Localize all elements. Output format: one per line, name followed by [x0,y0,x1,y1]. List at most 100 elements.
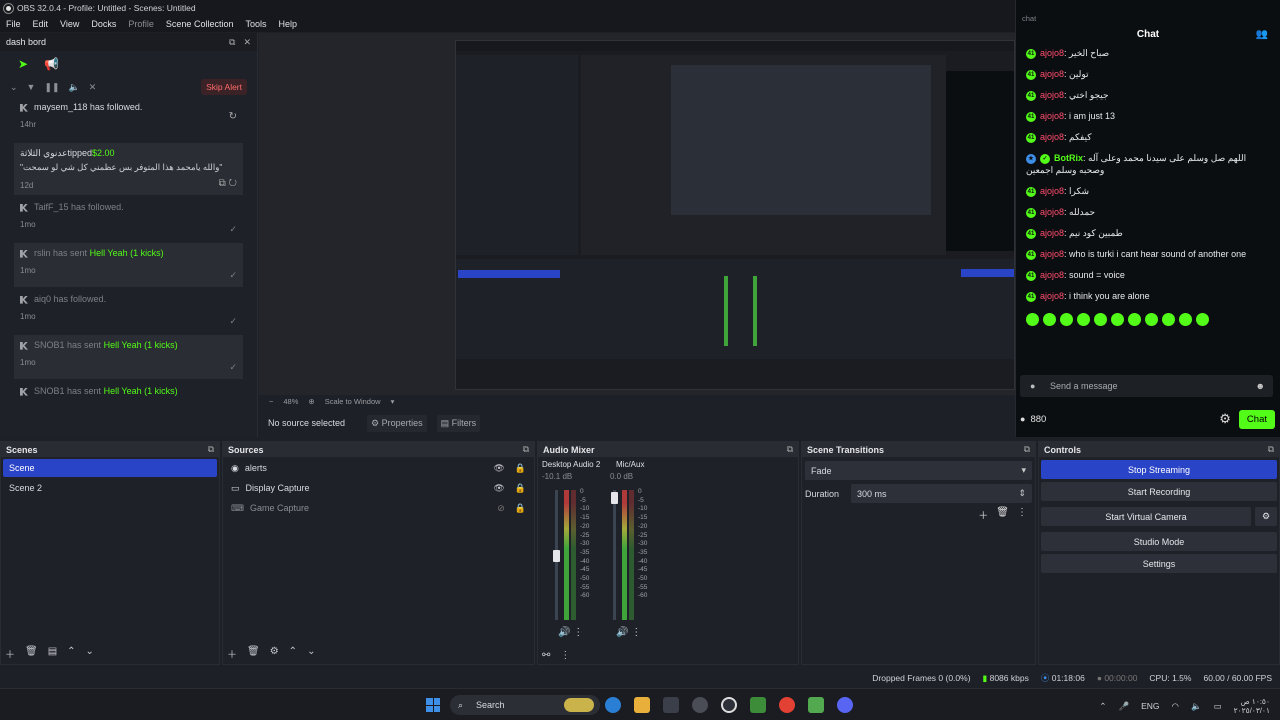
undock-icon[interactable]: ⧉ [523,444,529,455]
volume-slider-handle[interactable] [553,550,560,562]
users-icon[interactable]: 👥 [1256,29,1268,40]
zoom-in-icon[interactable]: ⊕ [308,397,314,406]
emote-icon[interactable] [1043,313,1056,326]
add-icon[interactable]: ＋ [978,507,988,522]
add-icon[interactable]: ＋ [227,646,237,661]
add-icon[interactable]: ＋ [5,646,15,661]
scale-mode-dropdown-icon[interactable]: ▾ [391,397,395,406]
emote-icon[interactable] [1162,313,1175,326]
more-options-icon[interactable]: ⋮ [1017,507,1027,522]
speaker-icon[interactable]: 🔊 [558,627,570,638]
trash-icon[interactable]: 🗑 [25,646,38,661]
emote-icon[interactable] [1111,313,1124,326]
lock-icon[interactable]: 🔒 [515,463,526,474]
replay-icon[interactable]: ⧉ ↻ [219,178,237,189]
menu-profile[interactable]: Profile [122,19,160,29]
chat-input[interactable]: ● Send a message ☻ [1020,375,1273,397]
zoom-out-icon[interactable]: − [269,397,273,406]
emote-icon[interactable] [1179,313,1192,326]
start-recording-button[interactable]: Start Recording [1041,482,1277,501]
studio-mode-button[interactable]: Studio Mode [1041,532,1277,551]
menu-tools[interactable]: Tools [239,19,272,29]
virtual-camera-settings-icon[interactable]: ⚙ [1255,507,1277,526]
taskbar-search[interactable]: ⌕ Search [450,695,600,715]
lock-icon[interactable]: 🔒 [515,483,526,494]
steam-icon[interactable] [692,697,708,713]
scale-mode[interactable]: Scale to Window [325,397,381,406]
down-icon[interactable]: ⌄ [86,646,94,661]
skip-alert-button[interactable]: Skip Alert [201,79,247,95]
filters-button[interactable]: ▤ Filters [436,414,481,432]
emoji-icon[interactable]: ☻ [1256,381,1265,391]
obs-taskbar-icon[interactable] [721,697,737,713]
up-icon[interactable]: ⌃ [67,646,75,661]
down-icon[interactable]: ⌄ [307,646,315,661]
lock-icon[interactable]: 🔒 [515,503,526,514]
more-options-icon[interactable]: ⋮ [631,627,641,638]
menu-docks[interactable]: Docks [85,19,122,29]
source-item[interactable]: ◉ alerts 👁 🔒 [225,459,532,477]
menu-help[interactable]: Help [272,19,303,29]
undock-icon[interactable]: ⧉ [1268,444,1274,455]
language-indicator[interactable]: ENG [1141,701,1159,711]
volume-icon[interactable]: 🔈 [1191,701,1202,712]
trash-icon[interactable]: 🗑 [247,646,260,661]
windows-start-icon[interactable] [426,698,440,712]
menu-scene-collection[interactable]: Scene Collection [160,19,240,29]
undock-icon[interactable]: ⧉ [229,37,235,48]
more-options-icon[interactable]: ⋮ [573,627,583,638]
eye-hidden-icon[interactable]: ⊘ [497,503,505,514]
gear-icon[interactable]: ⚙ [270,646,279,661]
scene-item[interactable]: Scene 2 [3,479,217,497]
filter-icon[interactable]: ▼ [27,82,36,92]
discord-icon[interactable] [837,697,853,713]
battery-icon[interactable]: ▭ [1214,701,1222,712]
megaphone-icon[interactable]: 📢 [44,57,59,71]
emote-icon[interactable] [1060,313,1073,326]
emote-icon[interactable] [1077,313,1090,326]
transition-select[interactable]: Fade ▾ [805,461,1032,480]
undock-icon[interactable]: ⧉ [208,444,214,455]
chat-send-button[interactable]: Chat [1238,409,1275,429]
mic-icon[interactable]: 🎤 [1119,701,1130,712]
stop-streaming-button[interactable]: Stop Streaming [1041,460,1277,479]
scene-item[interactable]: Scene [3,459,217,477]
store-icon[interactable] [663,697,679,713]
settings-button[interactable]: Settings [1041,554,1277,573]
speaker-icon[interactable]: 🔊 [616,627,628,638]
chevron-down-icon[interactable]: ⌄ [10,82,18,93]
link-icon[interactable]: ⚯ [542,650,550,661]
preview-canvas[interactable] [259,33,1015,395]
volume-slider-handle[interactable] [611,492,618,504]
emote-icon[interactable] [1026,313,1039,326]
emote-icon[interactable] [1128,313,1141,326]
chevron-up-icon[interactable]: ⌃ [1099,701,1106,712]
eye-icon[interactable]: 👁 [493,463,504,474]
more-options-icon[interactable]: ⋮ [560,650,570,661]
wifi-icon[interactable]: ◠ [1172,701,1179,712]
app-icon[interactable] [750,697,766,713]
edge-icon[interactable] [605,697,621,713]
up-icon[interactable]: ⌃ [289,646,297,661]
undock-icon[interactable]: ⧉ [1024,444,1030,455]
chrome-icon[interactable] [779,697,795,713]
emote-icon[interactable] [1145,313,1158,326]
emote-icon[interactable] [1196,313,1209,326]
menu-file[interactable]: File [0,19,27,29]
chat-settings-icon[interactable]: ⚙ [1219,411,1231,427]
source-item[interactable]: ▭ Display Capture 👁 🔒 [225,479,532,497]
clock[interactable]: ١٠:٥٠ ص ٢٠٢٥/٠٣/٠١ [1234,697,1270,715]
app-icon[interactable] [808,697,824,713]
mute-alerts-icon[interactable]: ✕ [89,82,97,93]
replay-icon[interactable]: ↻ [229,111,237,122]
menu-view[interactable]: View [54,19,85,29]
menu-edit[interactable]: Edit [27,19,55,29]
filters-icon[interactable]: ▤ [48,646,57,661]
start-virtual-camera-button[interactable]: Start Virtual Camera [1041,507,1251,526]
duration-spinbox[interactable]: 300 ms ⇕ [851,484,1032,503]
volume-slider-track[interactable] [613,490,616,620]
pause-icon[interactable]: ❚❚ [44,82,59,93]
eye-icon[interactable]: 👁 [493,483,504,494]
trash-icon[interactable]: 🗑 [996,507,1009,522]
properties-button[interactable]: ⚙ Properties [367,414,427,432]
